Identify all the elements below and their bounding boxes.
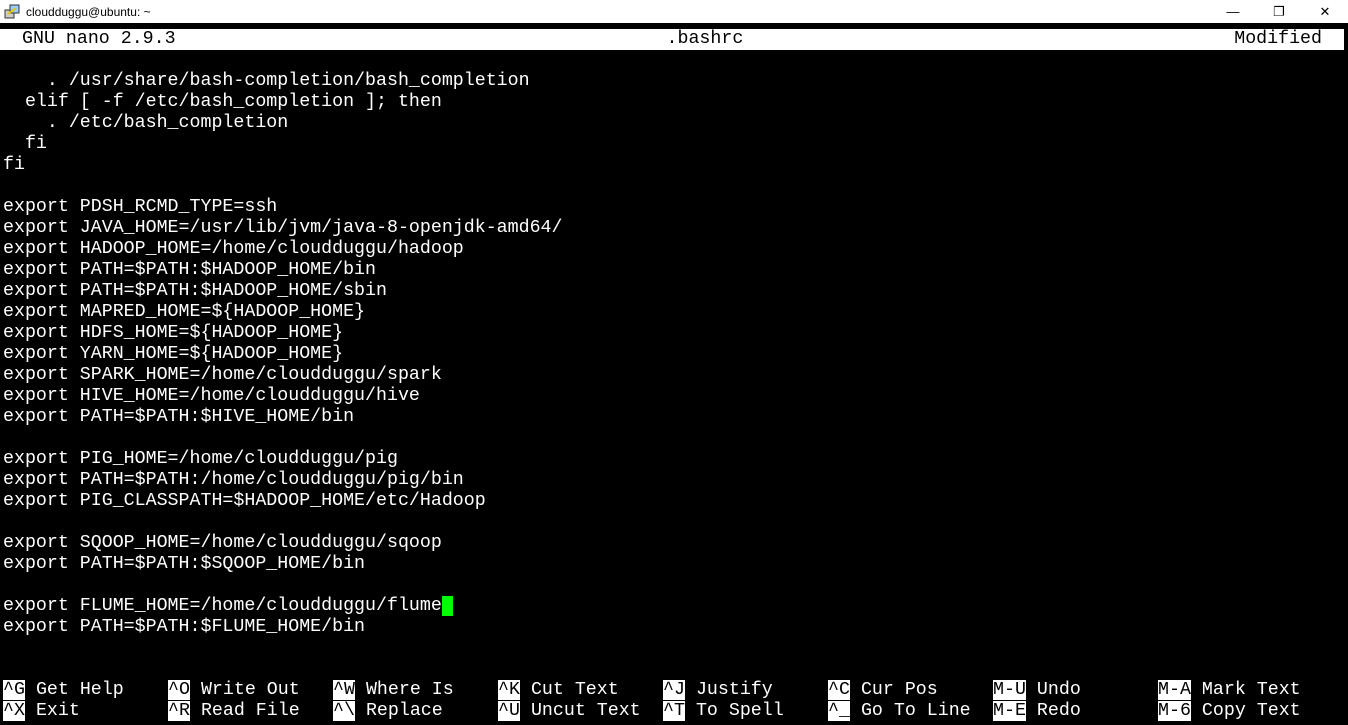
editor-line[interactable]: [3, 575, 1345, 596]
shortcut-label: Get Help: [35, 680, 124, 700]
shortcut-key: M-6: [1158, 701, 1191, 721]
editor-line[interactable]: export HIVE_HOME=/home/cloudduggu/hive: [3, 386, 1345, 407]
editor-line[interactable]: [3, 50, 1345, 71]
file-name: .bashrc: [666, 29, 744, 49]
shortcut-item[interactable]: M-6 Copy Text: [1158, 701, 1301, 722]
editor-line[interactable]: export HDFS_HOME=${HADOOP_HOME}: [3, 323, 1345, 344]
modified-status: Modified: [1234, 29, 1322, 49]
shortcut-item[interactable]: ^K Cut Text: [498, 680, 619, 701]
shortcut-label: Go To Line: [860, 701, 971, 721]
editor-line[interactable]: export PATH=$PATH:$SQOOP_HOME/bin: [3, 554, 1345, 575]
shortcut-label: To Spell: [695, 701, 784, 721]
shortcut-item[interactable]: ^U Uncut Text: [498, 701, 641, 722]
close-button[interactable]: ✕: [1302, 0, 1348, 23]
shortcut-label: Read File: [200, 701, 300, 721]
shortcut-item[interactable]: ^R Read File: [168, 701, 300, 722]
editor-line[interactable]: export YARN_HOME=${HADOOP_HOME}: [3, 344, 1345, 365]
shortcut-label: Replace: [365, 701, 443, 721]
editor-line[interactable]: [3, 638, 1345, 659]
shortcut-label: Justify: [695, 680, 773, 700]
editor-line[interactable]: export SPARK_HOME=/home/cloudduggu/spark: [3, 365, 1345, 386]
shortcut-item[interactable]: ^_ Go To Line: [828, 701, 971, 722]
shortcut-item[interactable]: ^\ Replace: [333, 701, 443, 722]
editor-line[interactable]: [3, 428, 1345, 449]
editor-line[interactable]: export PDSH_RCMD_TYPE=ssh: [3, 197, 1345, 218]
editor-line[interactable]: export PATH=$PATH:$HADOOP_HOME/sbin: [3, 281, 1345, 302]
shortcut-key: ^R: [168, 701, 190, 721]
shortcut-item[interactable]: M-U Undo: [993, 680, 1081, 701]
shortcut-bar: ^G Get Help ^O Write Out ^W Where Is ^K Cut…: [3, 680, 1345, 722]
editor-line[interactable]: export JAVA_HOME=/usr/lib/jvm/java-8-ope…: [3, 218, 1345, 239]
nano-header: GNU nano 2.9.3 .bashrc Modified: [0, 29, 1344, 50]
shortcut-key: M-A: [1158, 680, 1191, 700]
shortcut-label: Undo: [1036, 680, 1081, 700]
editor-line[interactable]: export PATH=$PATH:$HADOOP_HOME/bin: [3, 260, 1345, 281]
window-title: cloudduggu@ubuntu: ~: [26, 4, 151, 19]
shortcut-label: Mark Text: [1201, 680, 1301, 700]
editor-buffer[interactable]: . /usr/share/bash-completion/bash_comple…: [3, 50, 1345, 680]
shortcut-label: Cur Pos: [860, 680, 938, 700]
editor-line[interactable]: export PATH=$PATH:/home/cloudduggu/pig/b…: [3, 470, 1345, 491]
terminal[interactable]: GNU nano 2.9.3 .bashrc Modified . /usr/s…: [0, 29, 1345, 722]
editor-line[interactable]: . /etc/bash_completion: [3, 113, 1345, 134]
shortcut-item[interactable]: ^C Cur Pos: [828, 680, 938, 701]
editor-line[interactable]: fi: [3, 155, 1345, 176]
window-titlebar: cloudduggu@ubuntu: ~ — ❐ ✕: [0, 0, 1348, 23]
editor-line[interactable]: export HADOOP_HOME=/home/cloudduggu/hado…: [3, 239, 1345, 260]
shortcut-key: M-E: [993, 701, 1026, 721]
shortcut-key: ^C: [828, 680, 850, 700]
shortcut-label: Copy Text: [1201, 701, 1301, 721]
minimize-button[interactable]: —: [1210, 0, 1256, 23]
editor-line[interactable]: export PATH=$PATH:$HIVE_HOME/bin: [3, 407, 1345, 428]
shortcut-key: ^G: [3, 680, 25, 700]
shortcut-key: ^T: [663, 701, 685, 721]
editor-line[interactable]: [3, 659, 1345, 680]
shortcut-key: ^U: [498, 701, 520, 721]
editor-line[interactable]: export PIG_CLASSPATH=$HADOOP_HOME/etc/Ha…: [3, 491, 1345, 512]
editor-line[interactable]: export MAPRED_HOME=${HADOOP_HOME}: [3, 302, 1345, 323]
editor-line[interactable]: [3, 176, 1345, 197]
editor-line[interactable]: export PATH=$PATH:$FLUME_HOME/bin: [3, 617, 1345, 638]
editor-line[interactable]: export FLUME_HOME=/home/cloudduggu/flume: [3, 596, 1345, 617]
putty-icon: [4, 4, 20, 18]
editor-line[interactable]: . /usr/share/bash-completion/bash_comple…: [3, 71, 1345, 92]
editor-line[interactable]: [3, 512, 1345, 533]
shortcut-key: ^X: [3, 701, 25, 721]
line-text: export FLUME_HOME=/home/cloudduggu/flume: [3, 596, 442, 616]
shortcut-key: ^\: [333, 701, 355, 721]
shortcut-key: ^J: [663, 680, 685, 700]
shortcut-label: Cut Text: [530, 680, 619, 700]
maximize-button[interactable]: ❐: [1256, 0, 1302, 23]
shortcut-label: Exit: [35, 701, 80, 721]
shortcut-item[interactable]: M-E Redo: [993, 701, 1081, 722]
shortcut-key: M-U: [993, 680, 1026, 700]
shortcut-item[interactable]: ^X Exit: [3, 701, 80, 722]
shortcut-item[interactable]: ^T To Spell: [663, 701, 784, 722]
editor-line[interactable]: fi: [3, 134, 1345, 155]
shortcut-label: Write Out: [200, 680, 300, 700]
shortcut-row: ^G Get Help ^O Write Out ^W Where Is ^K Cut…: [3, 680, 1345, 701]
text-cursor: [441, 596, 453, 616]
shortcut-label: Where Is: [365, 680, 454, 700]
shortcut-key: ^W: [333, 680, 355, 700]
shortcut-item[interactable]: ^J Justify: [663, 680, 773, 701]
shortcut-item[interactable]: ^W Where Is: [333, 680, 454, 701]
editor-line[interactable]: elif [ -f /etc/bash_completion ]; then: [3, 92, 1345, 113]
editor-line[interactable]: export SQOOP_HOME=/home/cloudduggu/sqoop: [3, 533, 1345, 554]
shortcut-item[interactable]: ^G Get Help: [3, 680, 124, 701]
shortcut-label: Redo: [1036, 701, 1081, 721]
shortcut-key: ^K: [498, 680, 520, 700]
shortcut-key: ^_: [828, 701, 850, 721]
shortcut-row: ^X Exit ^R Read File ^\ Replace ^U Uncut Te…: [3, 701, 1345, 722]
shortcut-label: Uncut Text: [530, 701, 641, 721]
editor-line[interactable]: export PIG_HOME=/home/cloudduggu/pig: [3, 449, 1345, 470]
shortcut-item[interactable]: M-A Mark Text: [1158, 680, 1301, 701]
app-version: GNU nano 2.9.3: [22, 29, 176, 49]
shortcut-key: ^O: [168, 680, 190, 700]
shortcut-item[interactable]: ^O Write Out: [168, 680, 300, 701]
